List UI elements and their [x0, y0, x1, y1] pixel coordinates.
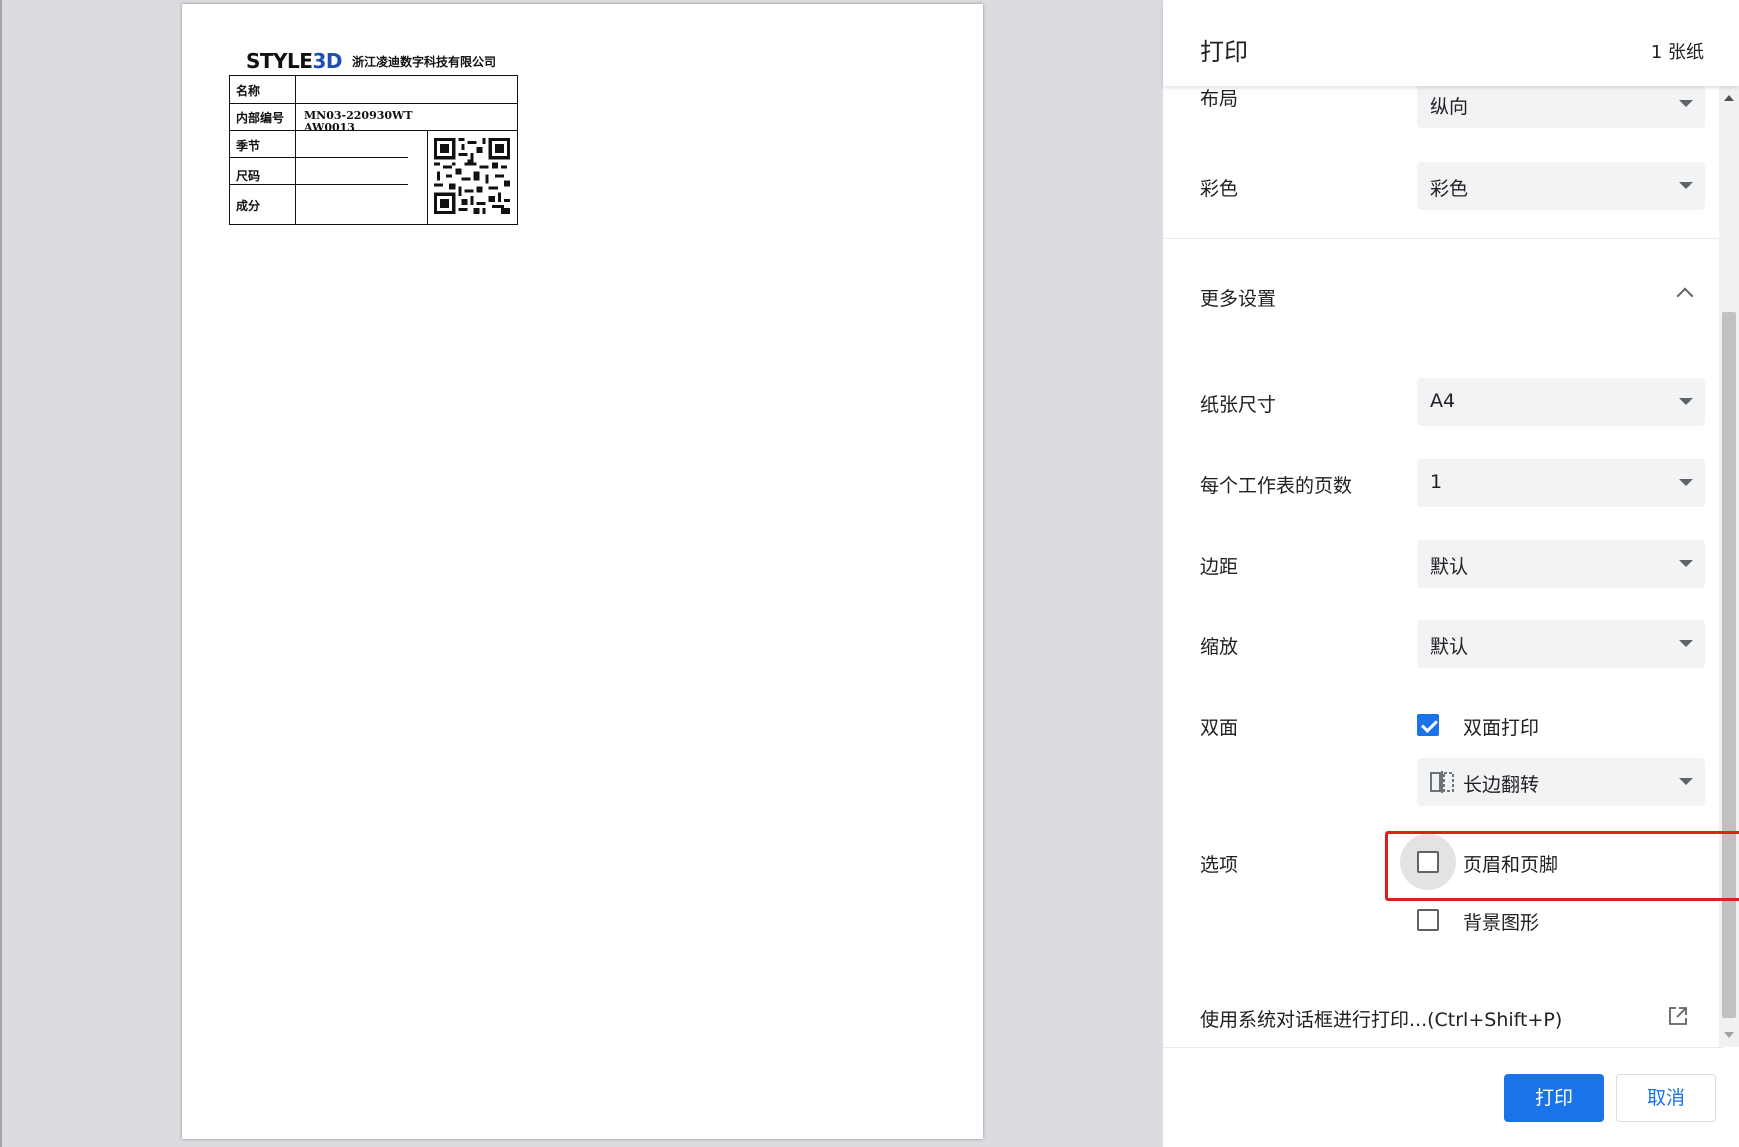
dropdown-caret-icon [1679, 778, 1693, 785]
table-key: 内部编号 [236, 111, 285, 125]
scale-select[interactable]: 默认 [1417, 620, 1705, 668]
margins-value: 默认 [1430, 556, 1469, 578]
label-header: STYLE3D 浙江凌迪数字科技有限公司 [246, 48, 496, 74]
table-col-divider [427, 130, 428, 224]
table-key: 成分 [236, 199, 261, 213]
settings-scrollbar[interactable] [1719, 86, 1739, 1047]
duplex-checkbox-label[interactable]: 双面打印 [1463, 713, 1539, 740]
dialog-title: 打印 [1200, 38, 1248, 66]
flip-value: 长边翻转 [1463, 774, 1540, 796]
open-in-new-icon[interactable] [1668, 1006, 1688, 1026]
table-key: 季节 [236, 139, 261, 153]
margins-label: 边距 [1200, 556, 1239, 578]
dropdown-caret-icon [1679, 100, 1693, 107]
table-key: 名称 [236, 84, 261, 98]
pages-per-sheet-value: 1 [1430, 471, 1443, 493]
section-divider [1163, 238, 1723, 239]
pages-per-sheet-select[interactable]: 1 [1417, 459, 1705, 507]
layout-select[interactable]: 纵向 [1417, 80, 1705, 128]
more-settings-toggle[interactable]: 更多设置 [1200, 284, 1276, 311]
table-row-divider [230, 184, 408, 185]
layout-label: 布局 [1200, 88, 1239, 110]
dropdown-caret-icon [1679, 560, 1693, 567]
paper-size-value: A4 [1430, 390, 1456, 412]
scrollbar-thumb[interactable] [1722, 312, 1736, 1018]
table-row-divider [230, 157, 408, 158]
duplex-label: 双面 [1200, 717, 1239, 739]
scroll-up-arrow-icon[interactable] [1724, 95, 1734, 101]
margins-select[interactable]: 默认 [1417, 540, 1705, 588]
company-name: 浙江凌迪数字科技有限公司 [351, 54, 496, 69]
preview-page: STYLE3D 浙江凌迪数字科技有限公司 名称 内部编号 季节 尺码 成分 MN… [182, 4, 983, 1139]
internal-code-value: MN03-220930WT AW0013 [304, 109, 413, 134]
table-key: 尺码 [236, 169, 261, 183]
background-graphics-checkbox[interactable] [1417, 909, 1439, 931]
pages-per-sheet-label: 每个工作表的页数 [1200, 475, 1353, 497]
system-dialog-link[interactable]: 使用系统对话框进行打印...(Ctrl+Shift+P) [1200, 1005, 1562, 1032]
print-settings-panel: 打印 1 张纸 布局 纵向 彩色 彩色 更多设置 纸张尺寸 A4 每个工作表的页… [1163, 0, 1739, 1147]
dropdown-caret-icon [1679, 182, 1693, 189]
chevron-up-icon[interactable] [1676, 287, 1694, 305]
duplex-checkbox[interactable] [1417, 714, 1439, 736]
color-value: 彩色 [1430, 178, 1469, 200]
cancel-button[interactable]: 取消 [1616, 1074, 1716, 1122]
scroll-down-arrow-icon[interactable] [1724, 1032, 1734, 1038]
print-button[interactable]: 打印 [1504, 1074, 1604, 1122]
qr-code-icon [434, 138, 510, 214]
annotation-highlight-box [1385, 831, 1739, 901]
panel-header: 打印 1 张纸 [1163, 0, 1739, 86]
options-label: 选项 [1200, 854, 1239, 876]
scale-value: 默认 [1430, 636, 1469, 658]
paper-size-select[interactable]: A4 [1417, 378, 1705, 426]
dropdown-caret-icon [1679, 479, 1693, 486]
dropdown-caret-icon [1679, 640, 1693, 647]
sheet-count: 1 张纸 [1650, 42, 1704, 63]
style3d-logo: STYLE3D [246, 49, 342, 73]
dropdown-caret-icon [1679, 398, 1693, 405]
color-label: 彩色 [1200, 178, 1239, 200]
long-edge-flip-icon [1430, 771, 1454, 793]
scale-label: 缩放 [1200, 636, 1239, 658]
flip-select[interactable]: 长边翻转 [1417, 758, 1705, 806]
window-edge [0, 0, 2, 1147]
footer-divider [1163, 1047, 1723, 1048]
paper-size-label: 纸张尺寸 [1200, 394, 1277, 416]
background-graphics-label[interactable]: 背景图形 [1463, 908, 1539, 935]
table-row-divider [230, 103, 517, 104]
color-select[interactable]: 彩色 [1417, 162, 1705, 210]
label-table: 名称 内部编号 季节 尺码 成分 MN03-220930WT AW0013 [229, 75, 518, 225]
layout-value: 纵向 [1430, 96, 1469, 118]
table-col-divider [295, 76, 296, 224]
print-preview-area: STYLE3D 浙江凌迪数字科技有限公司 名称 内部编号 季节 尺码 成分 MN… [0, 0, 1163, 1147]
